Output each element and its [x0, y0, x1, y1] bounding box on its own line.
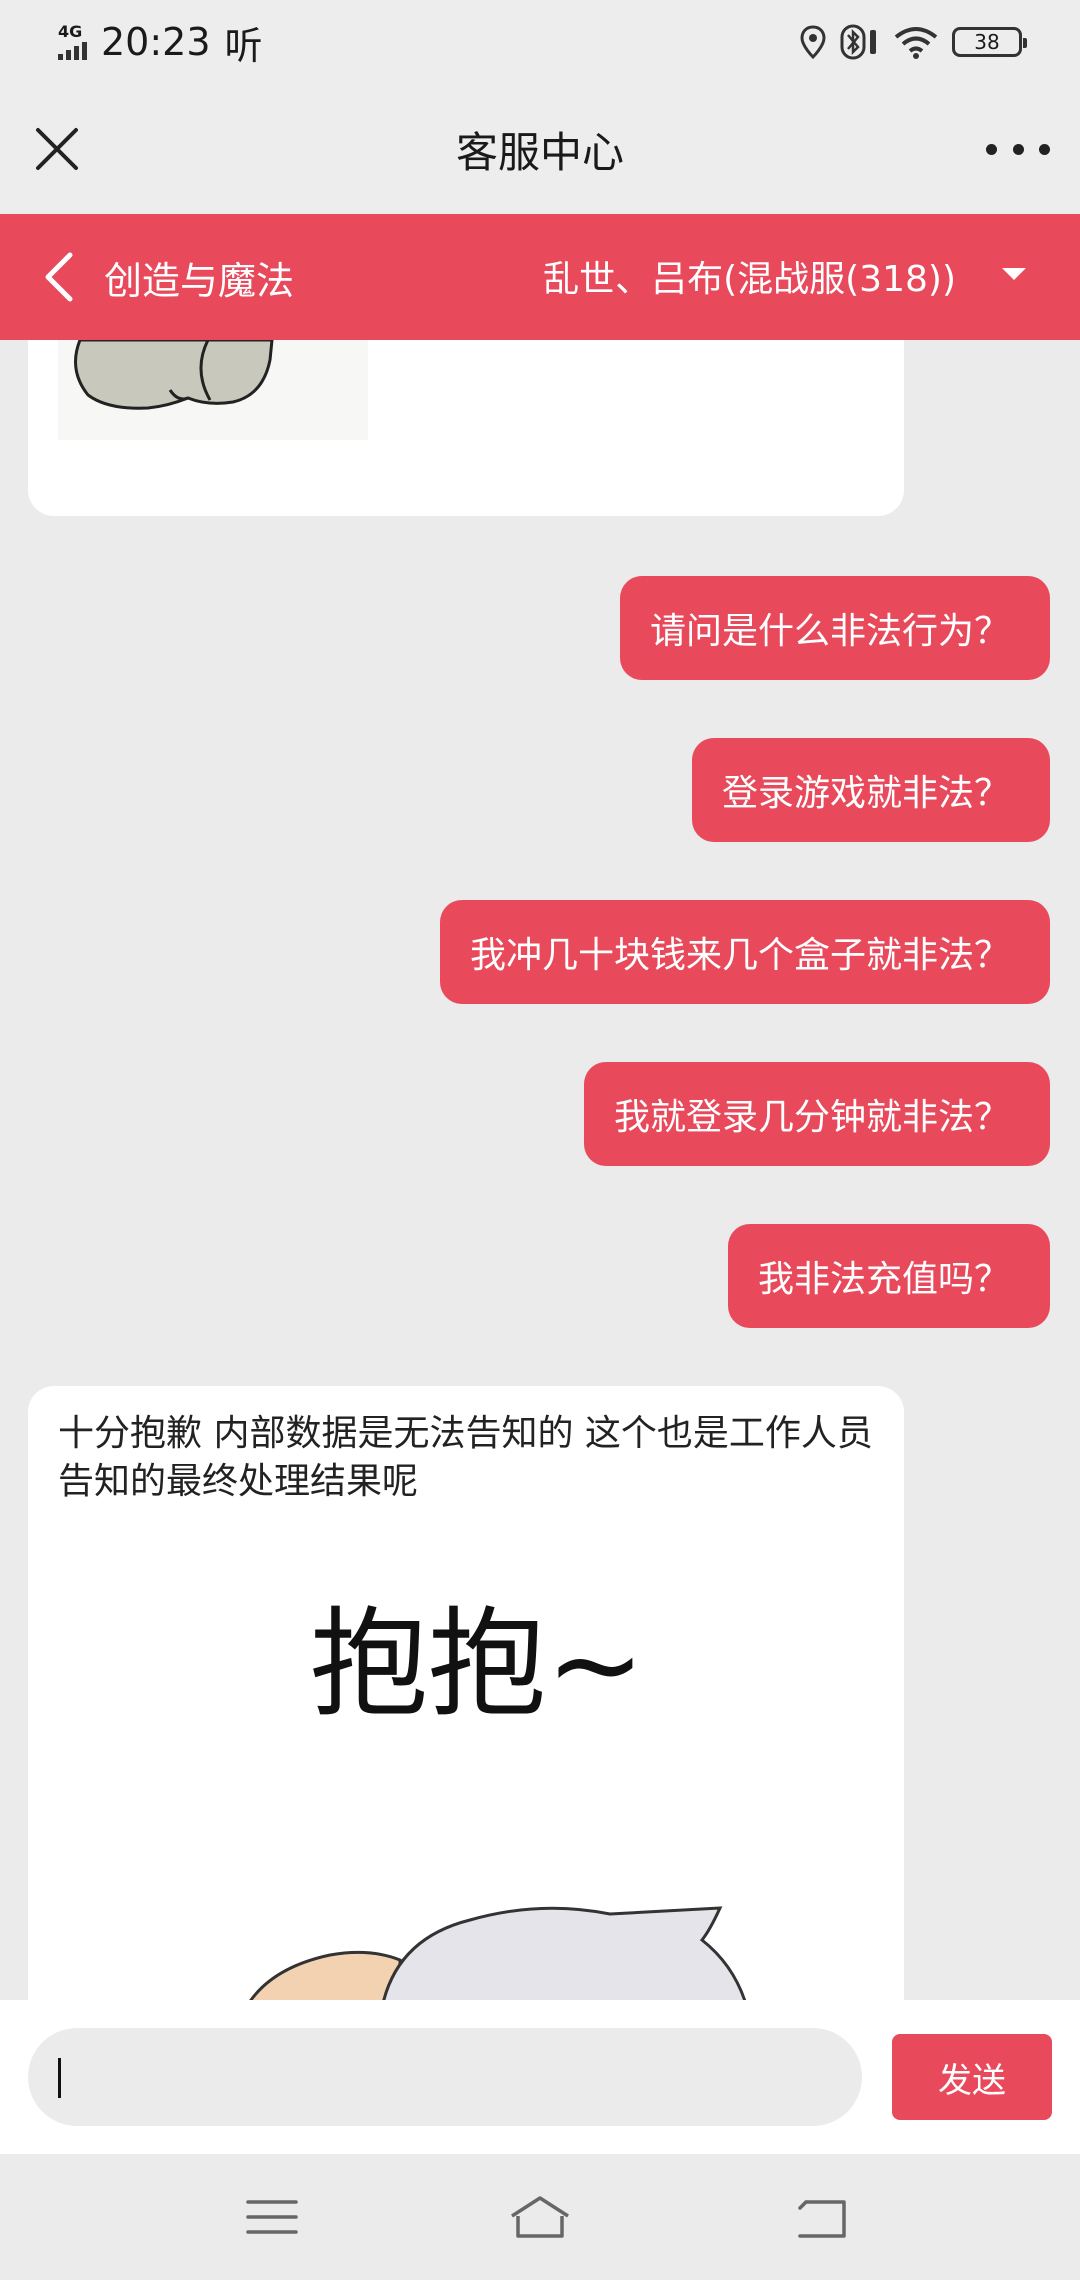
- signal-icon: 4G: [58, 24, 87, 60]
- page-title: 客服中心: [455, 127, 624, 177]
- user-message: 我就登录几分钟就非法？: [583, 1062, 1050, 1166]
- location-icon: [800, 25, 826, 59]
- chevron-down-icon[interactable]: [1002, 268, 1026, 280]
- user-message: 登录游戏就非法？: [691, 738, 1050, 842]
- message-text: 登录游戏就非法？: [721, 773, 1010, 814]
- status-right: 38: [800, 24, 1027, 60]
- send-button[interactable]: 发送: [892, 2034, 1052, 2120]
- wifi-icon: [894, 27, 938, 59]
- message-text: 我冲几十块钱来几个盒子就非法？: [469, 935, 1010, 976]
- game-header: 创造与魔法 乱世、吕布(混战服(318)): [0, 214, 1080, 340]
- user-message: 我冲几十块钱来几个盒子就非法？: [439, 900, 1050, 1004]
- bluetooth-icon: [840, 24, 876, 60]
- battery-level: 38: [974, 30, 1000, 54]
- text-caret: [58, 2058, 61, 2098]
- status-bar: 4G 20:23 听 38: [0, 0, 1080, 84]
- message-text: 请问是什么非法行为？: [649, 611, 1010, 652]
- close-icon[interactable]: [32, 124, 82, 174]
- chat-area[interactable]: 请问是什么非法行为？ 登录游戏就非法？ 我冲几十块钱来几个盒子就非法？ 我就登录…: [0, 340, 1080, 2000]
- sticker-image: [249, 1906, 747, 2000]
- status-extra: 听: [224, 23, 263, 68]
- back-icon[interactable]: [792, 2192, 852, 2242]
- message-input[interactable]: [28, 2028, 862, 2126]
- status-left: 4G 20:23 听: [58, 15, 263, 70]
- title-bar: 客服中心: [0, 84, 1080, 214]
- network-type: 4G: [58, 22, 83, 41]
- input-bar: 发送: [0, 2000, 1080, 2154]
- user-message: 请问是什么非法行为？: [619, 576, 1050, 680]
- sticker-image: [58, 340, 368, 440]
- agent-message-text: 十分抱歉 内部数据是无法告知的 这个也是工作人员告知的最终处理结果呢: [58, 1413, 873, 1502]
- battery-icon: 38: [952, 27, 1027, 57]
- chevron-left-icon[interactable]: [40, 249, 80, 305]
- server-selector[interactable]: 乱世、吕布(混战服(318)): [543, 250, 956, 302]
- message-text: 我非法充值吗？: [757, 1259, 1010, 1300]
- game-name[interactable]: 创造与魔法: [104, 250, 294, 305]
- status-time: 20:23: [101, 20, 211, 64]
- home-icon[interactable]: [508, 2192, 572, 2242]
- sticker-caption: 抱抱~: [310, 1595, 645, 1733]
- user-message: 我非法充值吗？: [727, 1224, 1050, 1328]
- system-nav-bar: [0, 2154, 1080, 2280]
- more-icon[interactable]: [986, 124, 1050, 174]
- menu-icon[interactable]: [242, 2192, 302, 2242]
- message-text: 我就登录几分钟就非法？: [613, 1097, 1010, 1138]
